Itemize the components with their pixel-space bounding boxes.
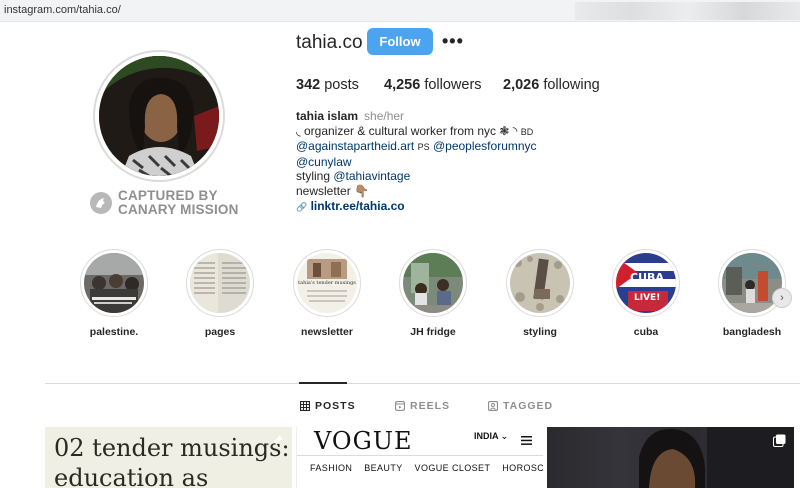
vogue-nav-item: BEAUTY [364,463,403,473]
highlight-label: pages [204,326,236,338]
tab-label: POSTS [315,400,356,412]
linktree-link[interactable]: linktr.ee/tahia.co [311,199,405,213]
full-name: tahia islam [296,109,359,123]
mention-againstapartheid[interactable]: @againstapartheid.art [296,139,414,153]
hamburger-menu-icon [521,432,532,445]
highlight-cuba[interactable]: CUBA LIVE! cuba [596,249,696,338]
highlight-label: newsletter [301,326,353,338]
vogue-region: INDIA ⌄ [474,431,509,441]
active-tab-indicator [299,382,347,384]
followers-count: 4,256 [384,77,421,93]
highlight-thumb-newsletter: tahia's tender musings [297,253,357,313]
highlight-label: JH fridge [410,326,456,338]
styling-prefix: styling [296,169,331,184]
followers-stat[interactable]: 4,256 followers [384,77,482,93]
browser-url-bar[interactable]: instagram.com/tahia.co/ [0,0,800,22]
followers-label: followers [424,77,482,93]
ps-flag-text: PS [417,142,430,153]
highlight-styling[interactable]: styling [490,249,590,338]
tab-label: REELS [410,400,451,412]
tabs-divider [45,383,800,384]
highlight-label: palestine. [89,326,139,338]
highlight-thumb-styling [510,253,570,313]
vogue-nav-item: FASHION [310,463,353,473]
highlight-thumb-cuba: CUBA LIVE! [616,253,676,313]
following-label: following [543,77,600,93]
highlight-palestine[interactable]: palestine. [64,249,164,338]
vogue-nav-item: VOGUE CLOSET [414,463,491,473]
profile-bio: tahia islam she/her ◟ organizer & cultura… [296,109,537,214]
highlight-jh-fridge[interactable]: JH fridge [383,249,483,338]
highlight-label: bangladesh [722,326,782,338]
avatar[interactable] [99,56,219,176]
post-tile-3[interactable] [547,427,794,488]
tab-tagged[interactable]: TAGGED [487,400,554,412]
post1-line1: 02 tender musings: [54,434,290,462]
tab-reels[interactable]: REELS [394,400,451,412]
watermark-line2: CANARY MISSION [118,202,239,217]
watermark-line1: CAPTURED BY [118,188,218,203]
url-text[interactable]: instagram.com/tahia.co/ [4,4,121,16]
tab-posts[interactable]: POSTS [299,400,356,412]
posts-stat: 342 posts [296,77,359,93]
bio-line1: ◟ organizer & cultural worker from nyc ❃… [296,123,518,138]
mention-peoplesforum[interactable]: @peoplesforumnyc [433,139,537,153]
highlights-next-icon[interactable]: › [772,288,792,308]
highlight-newsletter[interactable]: tahia's tender musings newsletter [277,249,377,338]
vogue-logo: VOGUE [314,427,413,455]
mention-cunylaw[interactable]: @cunylaw [296,155,352,169]
reels-icon [394,400,406,412]
vogue-nav-item: HOROSCOPE [502,463,543,473]
blurred-toolbar-region [575,2,800,20]
following-count: 2,026 [503,77,540,93]
post3-image [639,427,794,488]
grid-icon [299,400,311,412]
profile-username: tahia.co [296,32,363,53]
highlight-pages[interactable]: pages [170,249,270,338]
post1-line2: education as [54,464,209,488]
tagged-icon [487,400,499,412]
follow-button[interactable]: Follow [367,28,433,55]
tab-label: TAGGED [503,400,554,412]
newsletter-thumb-title: tahia's tender musings [298,280,356,286]
bd-flag-text: BD [520,126,534,137]
carousel-icon [773,434,786,447]
pronouns: she/her [364,109,405,123]
post-tile-1[interactable]: 02 tender musings: education as [45,427,292,488]
highlight-thumb-palestine [84,253,144,313]
more-options-icon[interactable]: ••• [442,31,464,52]
canary-bird-icon [90,192,112,214]
highlight-thumb-pages [190,253,250,313]
following-stat[interactable]: 2,026 following [503,77,600,93]
post-tile-2[interactable]: VOGUE INDIA ⌄ FASHION BEAUTY VOGUE CLOSE… [296,427,543,488]
pinned-icon [272,433,284,445]
posts-label: posts [324,77,359,93]
highlight-label: styling [523,326,557,338]
vogue-nav-divider [297,455,543,456]
avatar-image [99,56,219,176]
canary-mission-watermark: CAPTURED BY CANARY MISSION [90,189,240,219]
cuba-thumb-text2: LIVE! [634,293,661,303]
mention-tahiavintage[interactable]: @tahiavintage [333,169,410,183]
highlight-label: cuba [633,326,659,338]
cuba-thumb-text1: CUBA [630,271,664,284]
highlight-thumb-jh-fridge [403,253,463,313]
vogue-nav: FASHION BEAUTY VOGUE CLOSET HOROSCOPE [310,463,543,473]
posts-count: 342 [296,77,321,93]
newsletter-text: newsletter 👇🏽 [296,183,369,198]
link-icon: 🔗 [296,201,308,212]
